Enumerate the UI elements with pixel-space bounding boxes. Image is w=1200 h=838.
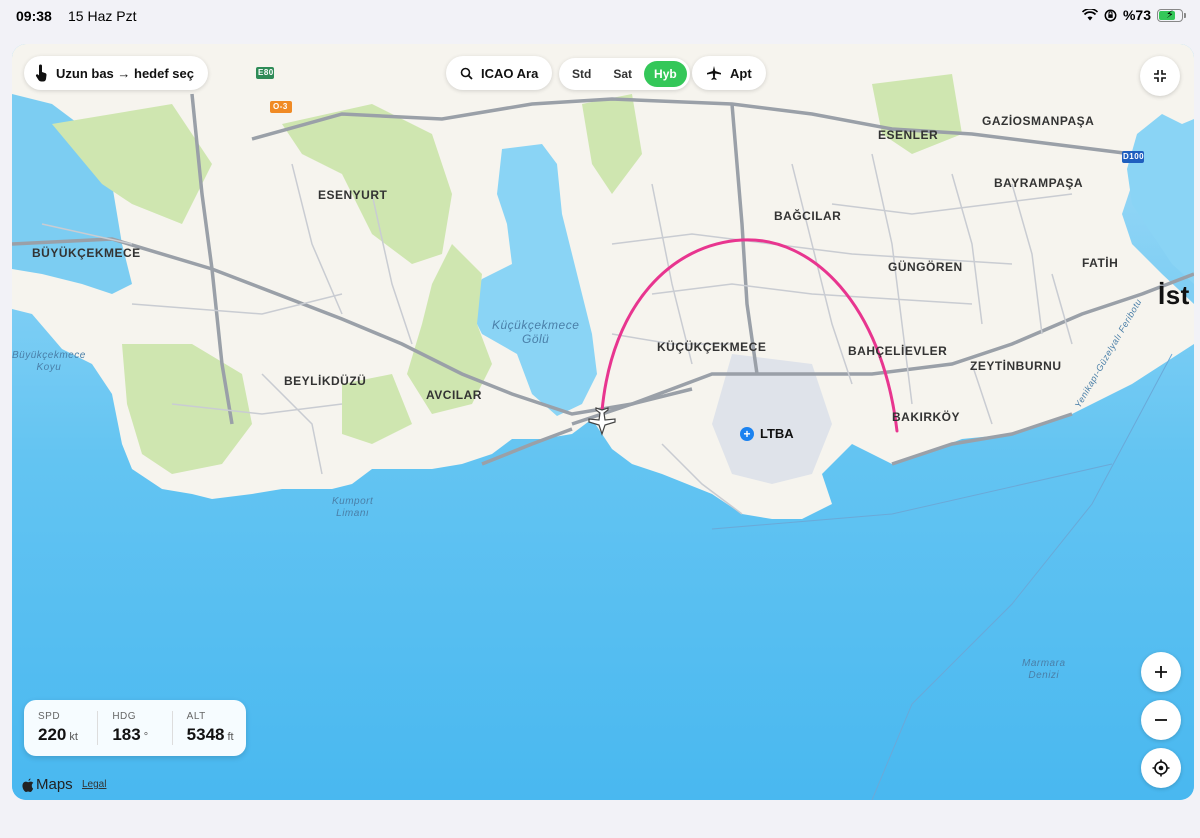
heading-number: 183 [112,725,141,744]
map-mode-segmented[interactable]: Std Sat Hyb [559,58,690,90]
place-esenler: ESENLER [878,128,939,142]
airport-button-label: Apt [730,65,752,81]
speed-number: 220 [38,725,67,744]
battery-icon: ⚡ [1157,8,1183,22]
crosshair-icon [1152,759,1170,777]
hud-altitude: ALT 5348 ft [171,711,246,745]
place-bayrampasa: BAYRAMPAŞA [994,176,1084,190]
heading-unit: ° [143,731,149,743]
airport-marker[interactable]: + LTBA [740,426,794,441]
water-kumport: Kumport Limanı [332,496,374,519]
altitude-number: 5348 [186,725,225,744]
place-bakirkoy: BAKIRKÖY [892,410,961,424]
place-istanbul: İst [1158,280,1190,310]
battery-cap [1184,12,1186,18]
hud-heading: HDG 183 ° [97,711,171,745]
hud-speed: SPD 220 kt [24,711,97,745]
maps-attribution: Maps [22,776,73,793]
place-buyukcekmece: BÜYÜKÇEKMECE [32,246,141,260]
speed-unit: kt [69,731,78,743]
status-date: 15 Haz Pzt [68,8,137,24]
maps-brand-label: Maps [36,776,73,793]
hint-label: Uzun bas → hedef seç [56,65,194,81]
shield-d100-label: D100 [1123,152,1145,161]
hud-speed-label: SPD [38,711,61,722]
airport-button[interactable]: Apt [692,56,766,90]
icao-search-button[interactable]: ICAO Ara [446,56,553,90]
place-esenyurt: ESENYURT [318,188,388,202]
map-mode-sat[interactable]: Sat [603,61,642,87]
status-time: 09:38 [16,8,52,24]
legal-link[interactable]: Legal [82,779,106,790]
map-mode-std[interactable]: Std [562,61,601,87]
water-lake: Küçükçekmece Gölü [492,318,580,346]
plus-icon [1155,666,1167,678]
map-view[interactable]: E80 O-3 D100 ESENLER GAZİOSMANPAŞA ESENY… [12,44,1194,800]
shield-o3-label: O-3 [273,102,288,111]
map-mode-hyb[interactable]: Hyb [644,61,687,87]
orientation-lock-icon [1104,9,1117,21]
place-bahcelievler: BAHÇELİEVLER [848,344,948,358]
status-bar: 09:38 15 Haz Pzt %73 ⚡ [0,0,1200,34]
wifi-icon [1081,9,1098,21]
place-bagcilar: BAĞCILAR [774,209,842,223]
place-zeytinburnu: ZEYTİNBURNU [970,359,1062,373]
place-kucukcekmece: KÜÇÜKÇEKMECE [657,340,767,354]
hand-tap-icon [35,64,47,82]
shield-e80-label: E80 [258,68,274,77]
water-buyukcekmece-koyu: Büyükçekmece Koyu [12,350,86,373]
minus-icon [1155,719,1167,721]
place-gaziosmanpasa: GAZİOSMANPAŞA [982,114,1095,128]
airport-code: LTBA [760,426,794,441]
water-marmara: Marmara Denizi [1022,658,1066,681]
locate-button[interactable] [1141,748,1181,788]
altitude-unit: ft [227,731,234,743]
hud-altitude-value: 5348 ft [187,725,246,745]
zoom-out-button[interactable] [1141,700,1181,740]
airport-plus-icon: + [740,426,754,441]
airplane-icon [707,66,721,80]
map-canvas[interactable] [12,44,1194,800]
place-beylikduzu: BEYLİKDÜZÜ [284,374,367,388]
search-label: ICAO Ara [481,65,539,81]
collapse-icon [1154,70,1166,82]
hud-heading-value: 183 ° [112,725,171,745]
battery-percent: %73 [1122,7,1151,23]
place-fatih: FATİH [1082,256,1119,270]
search-icon [460,67,473,80]
collapse-button[interactable] [1140,56,1180,96]
hud-altitude-label: ALT [186,711,206,722]
hud-speed-value: 220 kt [38,725,97,745]
status-right: %73 ⚡ [1081,7,1186,23]
flight-hud: SPD 220 kt HDG 183 ° ALT 5348 ft [24,700,246,756]
long-press-hint[interactable]: Uzun bas → hedef seç [24,56,208,90]
apple-logo-icon [22,778,34,792]
place-gungoren: GÜNGÖREN [888,260,963,274]
zoom-in-button[interactable] [1141,652,1181,692]
hud-heading-label: HDG [112,711,137,722]
place-avcilar: AVCILAR [426,388,482,402]
